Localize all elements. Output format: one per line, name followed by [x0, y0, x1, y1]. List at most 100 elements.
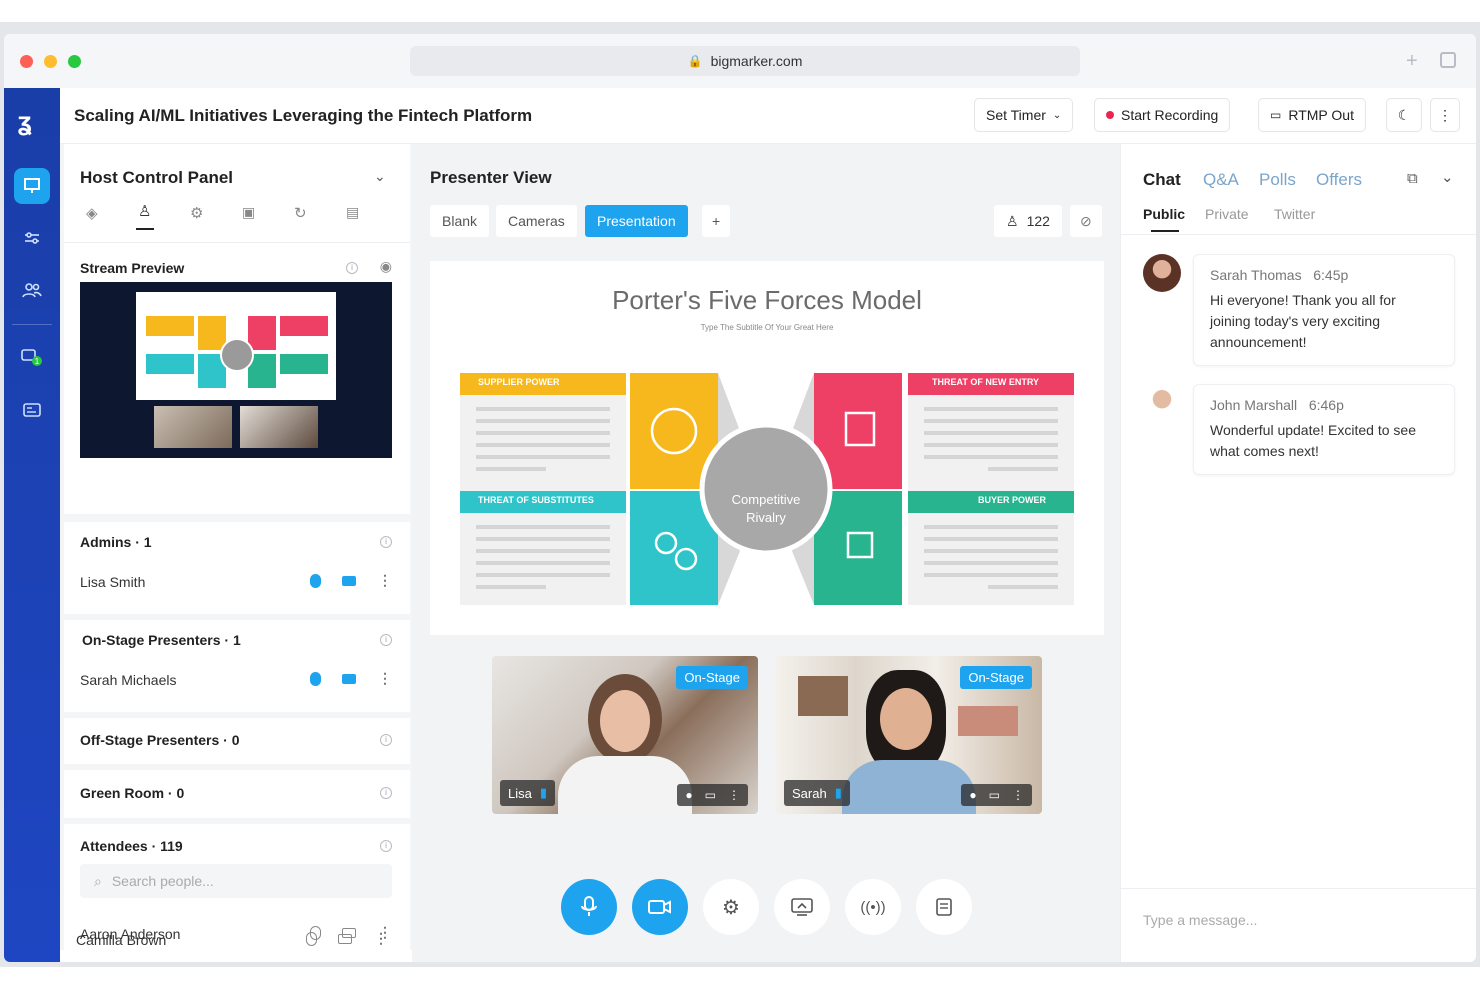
presentation-icon[interactable]	[14, 168, 50, 204]
person-icon[interactable]: ♙	[138, 202, 151, 220]
new-tab-icon[interactable]: +	[1406, 50, 1418, 73]
screen-share-button[interactable]	[774, 879, 830, 935]
tab-chat[interactable]: Chat	[1143, 170, 1181, 190]
collapse-chevron-icon[interactable]: ⌄	[374, 168, 386, 185]
dark-mode-button[interactable]: ☾	[1386, 98, 1422, 132]
address-bar[interactable]: 🔒 bigmarker.com	[410, 46, 1080, 76]
mic-icon[interactable]: ●	[969, 788, 976, 802]
add-tab-button[interactable]: +	[702, 205, 731, 237]
left-nav-rail: ʓ 1	[4, 88, 60, 962]
admins-section: Admins · 1 i Lisa Smith ⋮	[64, 522, 410, 614]
subtab-private[interactable]: Private	[1205, 206, 1249, 222]
active-tab-indicator	[136, 228, 154, 230]
notes-button[interactable]	[916, 879, 972, 935]
offstage-section: Off-Stage Presenters · 0 i	[64, 718, 410, 764]
info-icon[interactable]: i	[380, 536, 392, 548]
message-text: Wonderful update! Excited to see what co…	[1210, 422, 1416, 459]
mic-off-icon[interactable]	[306, 932, 317, 946]
zoom-window-button[interactable]	[68, 55, 81, 68]
info-icon[interactable]: i	[380, 734, 392, 746]
card-list-icon[interactable]	[14, 392, 50, 428]
start-recording-button[interactable]: Start Recording	[1094, 98, 1231, 132]
broadcast-button[interactable]: ((•))	[845, 879, 901, 935]
tab-blank[interactable]: Blank	[430, 205, 490, 237]
search-placeholder: Search people...	[111, 873, 214, 889]
video-tile-lisa[interactable]: On-Stage Lisa ▮ ● ▭ ⋮	[492, 656, 758, 814]
person-icon: ♙	[1006, 212, 1019, 229]
tab-polls[interactable]: Polls	[1259, 170, 1296, 190]
info-icon[interactable]: i	[380, 840, 392, 852]
mic-icon[interactable]: ●	[685, 788, 692, 802]
divider	[1121, 888, 1476, 889]
tile-name-chip: Lisa ▮	[500, 780, 556, 806]
camera-icon[interactable]: ▭	[989, 788, 1000, 802]
tile-name-chip: Sarah ▮	[784, 780, 850, 806]
kebab-icon[interactable]: ⋮	[1012, 788, 1024, 802]
competitive-rivalry-label: Competitive Rivalry	[731, 492, 801, 525]
host-control-panel: Host Control Panel ⌄ ◈ ♙ ⚙ ▣ ↻ ▤ Stream …	[60, 144, 412, 962]
popout-icon[interactable]: ⧉	[1407, 170, 1418, 187]
monitor-icon: ▭	[1270, 108, 1282, 122]
kebab-icon[interactable]: ⋮	[374, 930, 388, 947]
camera-button[interactable]	[632, 879, 688, 935]
tab-qa[interactable]: Q&A	[1203, 170, 1239, 190]
message-input[interactable]: Type a message...	[1143, 912, 1257, 928]
microphone-button[interactable]	[561, 879, 617, 935]
subtab-public[interactable]: Public	[1143, 206, 1185, 222]
tab-cameras[interactable]: Cameras	[496, 205, 577, 237]
offstage-header: Off-Stage Presenters · 0	[80, 732, 240, 748]
info-icon[interactable]: i	[346, 262, 358, 274]
camera-icon[interactable]: ▭	[705, 788, 716, 802]
layers-icon[interactable]: ◈	[86, 204, 98, 222]
mic-on-icon[interactable]	[310, 574, 321, 588]
kebab-icon[interactable]: ⋮	[378, 572, 392, 589]
substitutes-label: THREAT OF SUBSTITUTES	[478, 495, 594, 505]
greenroom-header: Green Room · 0	[80, 785, 185, 801]
mic-on-icon[interactable]	[310, 672, 321, 686]
viewer-count: ♙ 122	[994, 205, 1062, 237]
media-icon[interactable]: ▣	[242, 204, 255, 221]
tab-presentation[interactable]: Presentation	[585, 205, 688, 237]
eye-icon[interactable]: ◉	[380, 258, 392, 275]
more-options-button[interactable]: ⋮	[1430, 98, 1460, 132]
video-tile-sarah[interactable]: On-Stage Sarah ▮ ● ▭ ⋮	[776, 656, 1042, 814]
rtmp-out-button[interactable]: ▭ RTMP Out	[1258, 98, 1366, 132]
presentation-slide: Porter's Five Forces Model Type The Subt…	[430, 261, 1104, 635]
kebab-icon[interactable]: ⋮	[728, 788, 740, 802]
hide-preview-icon[interactable]: ⊘	[1070, 205, 1102, 237]
chat-message: John Marshall 6:46p Wonderful update! Ex…	[1193, 384, 1455, 475]
close-window-button[interactable]	[20, 55, 33, 68]
presenter-view: Presenter View Blank Cameras Presentatio…	[412, 144, 1120, 962]
refresh-icon[interactable]: ↻	[294, 204, 307, 222]
minimize-window-button[interactable]	[44, 55, 57, 68]
gear-icon[interactable]: ⚙	[190, 204, 203, 222]
supplier-power-label: SUPPLIER POWER	[478, 377, 560, 387]
settings-sliders-icon[interactable]	[14, 220, 50, 256]
microphone-icon	[581, 896, 597, 916]
info-icon[interactable]: i	[380, 787, 392, 799]
kebab-icon[interactable]: ⋮	[378, 670, 392, 687]
onstage-section: On-Stage Presenters · 1 i Sarah Michaels…	[64, 620, 410, 712]
viewer-count-value: 122	[1026, 213, 1050, 229]
subtab-twitter[interactable]: Twitter	[1274, 206, 1315, 222]
info-icon[interactable]: i	[380, 634, 392, 646]
camera-off-icon[interactable]	[338, 934, 352, 944]
presenter-video-face	[880, 688, 932, 750]
chat-notification-icon[interactable]: 1	[14, 340, 50, 376]
start-recording-label: Start Recording	[1121, 107, 1219, 123]
chevron-down-icon[interactable]: ⌄	[1441, 168, 1454, 186]
tabs-overview-icon[interactable]	[1440, 52, 1456, 68]
set-timer-button[interactable]: Set Timer ⌄	[974, 98, 1074, 132]
camera-on-icon[interactable]	[342, 576, 356, 586]
camera-on-icon[interactable]	[342, 674, 356, 684]
people-icon[interactable]	[14, 272, 50, 308]
settings-button[interactable]: ⚙	[703, 879, 759, 935]
avatar	[1143, 384, 1181, 422]
onstage-badge: On-Stage	[676, 666, 748, 689]
host-panel-title: Host Control Panel	[80, 168, 234, 187]
tab-offers[interactable]: Offers	[1316, 170, 1362, 190]
notes-icon[interactable]: ▤	[346, 204, 359, 221]
notes-icon	[936, 898, 952, 916]
search-people-input[interactable]: ⌕ Search people...	[80, 864, 392, 898]
presenter-video-body	[558, 756, 692, 814]
